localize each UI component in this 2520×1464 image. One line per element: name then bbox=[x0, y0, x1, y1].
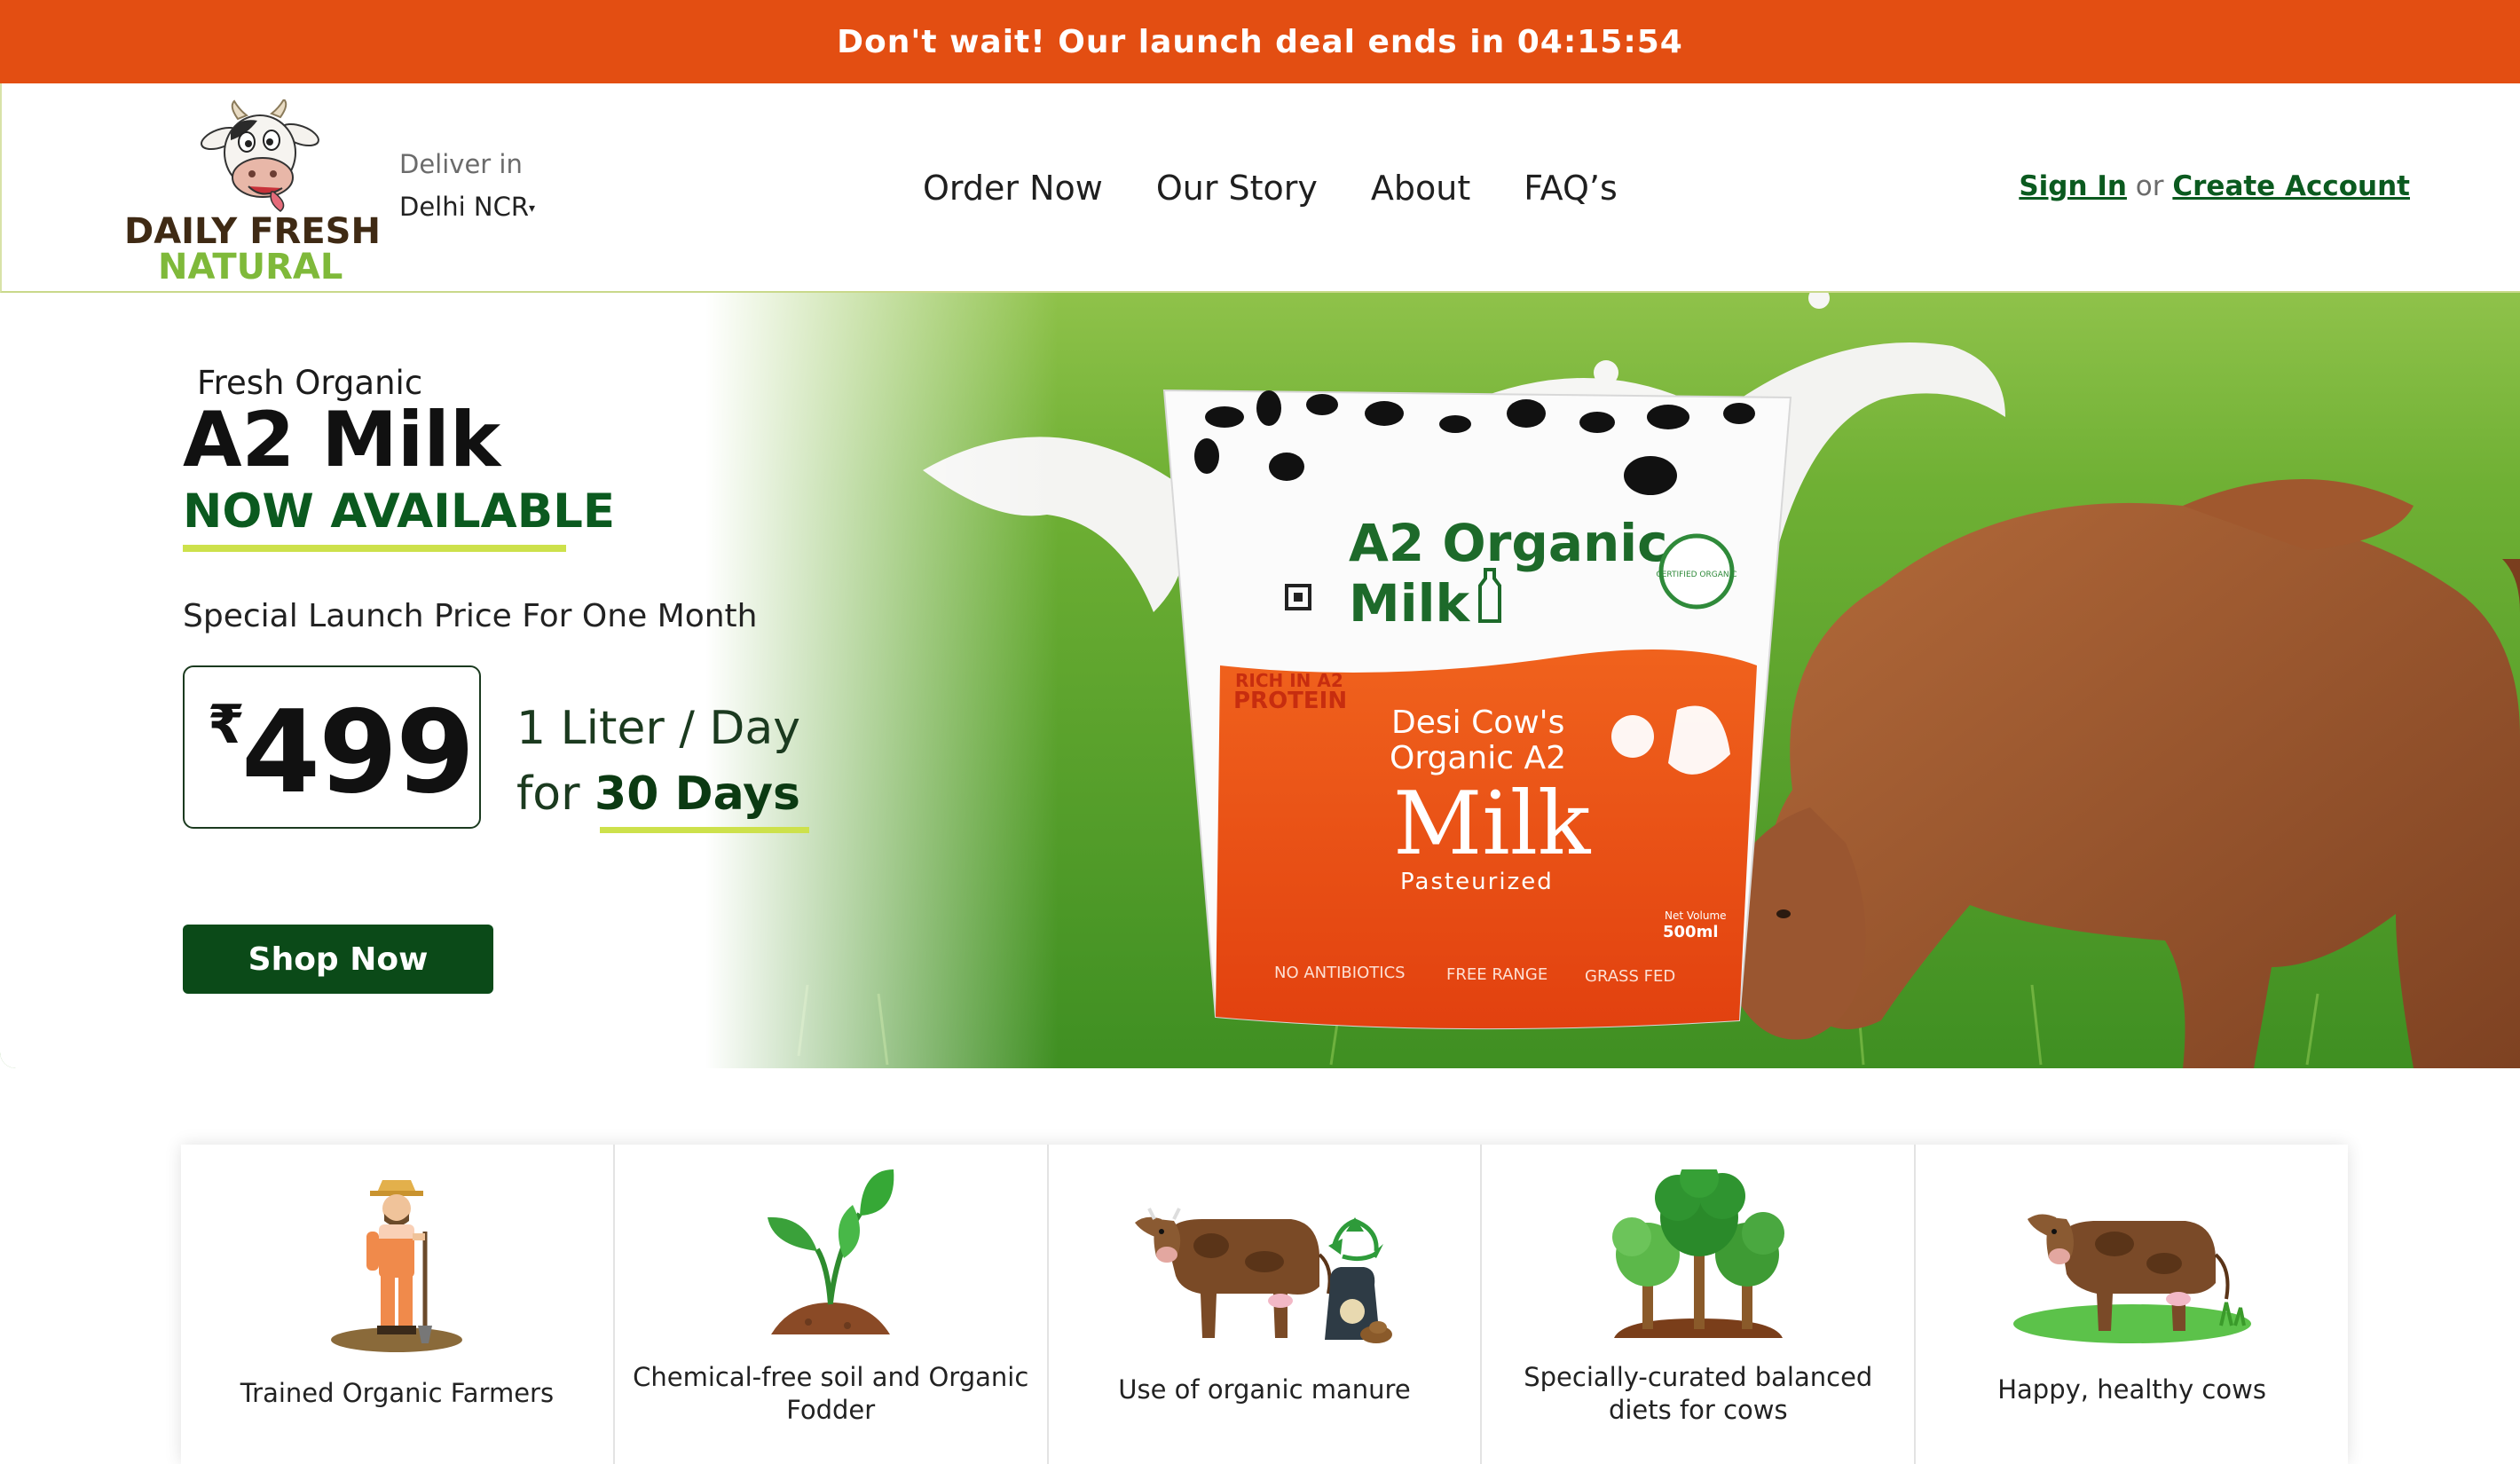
feature-caption: Use of organic manure bbox=[1118, 1374, 1411, 1405]
brand-name-line2: NATURAL bbox=[158, 247, 343, 287]
package-desc-line3: Milk bbox=[1393, 774, 1592, 875]
package-title-line1: A2 Organic bbox=[1349, 513, 1668, 573]
price-terms-line1: 1 Liter / Day bbox=[516, 702, 801, 755]
milk-package-image: A2 Organic Milk CERTIFIED ORGANIC RICH I… bbox=[1162, 389, 1792, 1030]
main-nav: Order Now Our Story About FAQ’s bbox=[923, 169, 1618, 208]
package-volume: 500ml bbox=[1663, 923, 1719, 941]
delivery-location-selector[interactable]: Deliver in Delhi NCR▾ bbox=[399, 149, 535, 222]
deliver-location-row: Delhi NCR▾ bbox=[399, 192, 535, 222]
nav-about[interactable]: About bbox=[1371, 169, 1470, 208]
deliver-location: Delhi NCR bbox=[399, 192, 529, 222]
hero-headline: A2 Milk bbox=[183, 396, 501, 484]
feature-curated-diets: Specially-curated balanced diets for cow… bbox=[1482, 1145, 1917, 1464]
nav-faqs[interactable]: FAQ’s bbox=[1524, 169, 1617, 208]
feature-chemical-free-soil: Chemical-free soil and Organic Fodder bbox=[615, 1145, 1049, 1464]
cow-on-grass-icon bbox=[2012, 1214, 2251, 1343]
price-amount: 499 bbox=[241, 687, 475, 819]
auth-links: Sign In or Create Account bbox=[2019, 170, 2410, 202]
package-protein-line2: PROTEIN bbox=[1233, 688, 1347, 714]
trees-icon bbox=[1611, 1169, 1784, 1338]
price-terms-prefix: for bbox=[516, 767, 595, 821]
price-terms-duration: 30 Days bbox=[595, 767, 800, 821]
hero-banner: A2 Organic Milk CERTIFIED ORGANIC RICH I… bbox=[0, 293, 2520, 1068]
package-tag2: FREE RANGE bbox=[1446, 965, 1547, 984]
plant-sprout-icon bbox=[768, 1169, 894, 1334]
feature-caption: Chemical-free soil and Organic Fodder bbox=[633, 1362, 1029, 1425]
certified-organic-badge: CERTIFIED ORGANIC bbox=[1656, 571, 1736, 579]
nav-our-story[interactable]: Our Story bbox=[1156, 169, 1318, 208]
feature-happy-cows: Happy, healthy cows bbox=[1916, 1145, 2348, 1464]
hero-availability: NOW AVAILABLE bbox=[183, 484, 616, 539]
auth-or-text: or bbox=[2135, 170, 2164, 202]
announcement-text: Don't wait! Our launch deal ends in 04:1… bbox=[837, 23, 1683, 60]
create-account-link[interactable]: Create Account bbox=[2172, 170, 2410, 202]
feature-caption: Trained Organic Farmers bbox=[240, 1378, 555, 1408]
feature-organic-manure: Use of organic manure bbox=[1049, 1145, 1483, 1464]
package-tag3: GRASS FED bbox=[1585, 967, 1675, 986]
currency-symbol: ₹ bbox=[208, 694, 245, 756]
package-tag1: NO ANTIBIOTICS bbox=[1274, 964, 1406, 982]
package-title-line2: Milk bbox=[1349, 573, 1470, 634]
sign-in-link[interactable]: Sign In bbox=[2019, 170, 2127, 202]
cow-manure-icon bbox=[1134, 1208, 1392, 1343]
feature-trained-farmers: Trained Organic Farmers bbox=[181, 1145, 615, 1464]
package-desc-line2: Organic A2 bbox=[1390, 740, 1566, 776]
shop-now-button[interactable]: Shop Now bbox=[183, 925, 493, 994]
farmer-icon bbox=[331, 1180, 463, 1352]
price-terms: 1 Liter / Day for 30 Days bbox=[516, 696, 800, 827]
chevron-down-icon: ▾ bbox=[528, 201, 536, 216]
package-desc-line4: Pasteurized bbox=[1400, 869, 1554, 895]
feature-caption: Happy, healthy cows bbox=[1997, 1374, 2266, 1405]
price-box: ₹ 499 bbox=[183, 665, 481, 829]
features-strip: Trained Organic Farmers Chemical-free so… bbox=[181, 1145, 2348, 1464]
package-volume-label: Net Volume bbox=[1665, 909, 1727, 922]
brand-logo[interactable]: DAILY FRESH NATURAL bbox=[122, 99, 389, 287]
deliver-label: Deliver in bbox=[399, 149, 523, 179]
announcement-bar: Don't wait! Our launch deal ends in 04:1… bbox=[0, 0, 2520, 83]
feature-caption: Specially-curated balanced diets for cow… bbox=[1524, 1362, 1873, 1425]
nav-order-now[interactable]: Order Now bbox=[923, 169, 1103, 208]
cow-mascot-icon bbox=[201, 99, 319, 212]
availability-underline bbox=[183, 545, 566, 552]
package-desc-line1: Desi Cow's bbox=[1391, 704, 1564, 741]
duration-underline bbox=[600, 827, 809, 833]
site-header: DAILY FRESH NATURAL Deliver in Delhi NCR… bbox=[0, 83, 2520, 293]
special-price-text: Special Launch Price For One Month bbox=[183, 598, 758, 634]
